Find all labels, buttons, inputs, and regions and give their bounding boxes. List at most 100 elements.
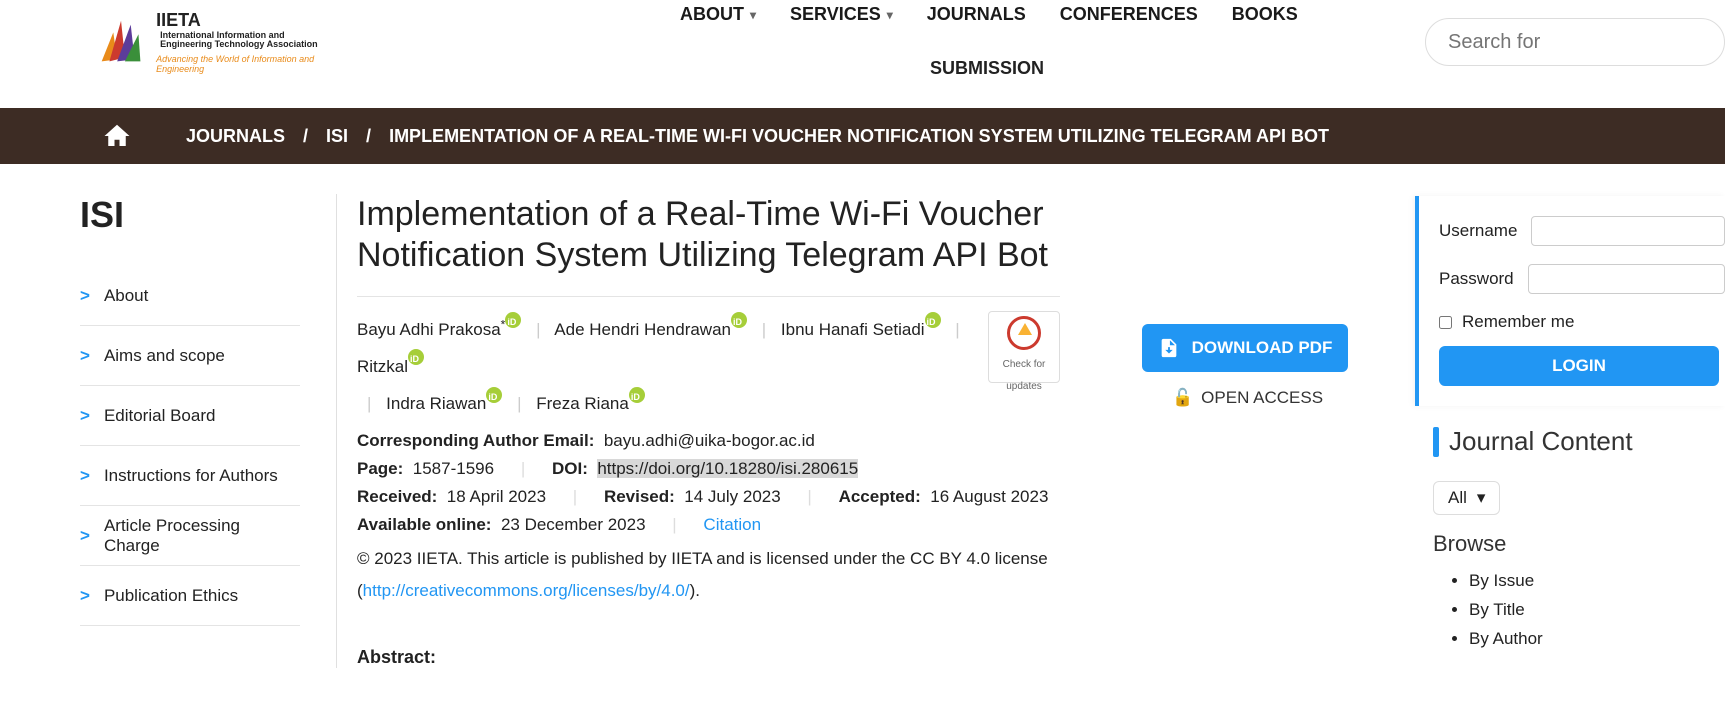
remember-me-label: Remember me — [1462, 312, 1574, 332]
logo-tagline: Advancing the World of Information and E… — [156, 54, 360, 74]
filter-all-dropdown[interactable]: All ▾ — [1433, 481, 1500, 515]
meta-sep: | — [573, 487, 577, 506]
password-input[interactable] — [1528, 264, 1725, 294]
abstract-heading: Abstract: — [357, 647, 1060, 668]
breadcrumb-sep: / — [303, 126, 308, 147]
chevron-down-icon: ▾ — [1477, 488, 1486, 508]
author-link[interactable]: Bayu Adhi Prakosa — [357, 320, 501, 339]
received-value: 18 April 2023 — [447, 487, 546, 506]
received-label: Received: — [357, 487, 437, 506]
check-updates-l2: updates — [1006, 381, 1042, 392]
username-input[interactable] — [1531, 216, 1725, 246]
accepted-label: Accepted: — [839, 487, 921, 506]
meta-sep: | — [521, 459, 525, 478]
online-value: 23 December 2023 — [501, 515, 646, 534]
author-link[interactable]: Ade Hendri Hendrawan — [554, 320, 731, 339]
orcid-icon[interactable] — [925, 312, 941, 328]
logo-flame-icon — [92, 12, 150, 72]
logo-fullname-2: Engineering Technology Association — [160, 39, 318, 49]
password-label: Password — [1439, 269, 1514, 289]
check-for-updates-button[interactable]: Check for updates — [988, 311, 1060, 383]
breadcrumb-isi[interactable]: ISI — [326, 126, 348, 147]
author-sep: | — [762, 320, 766, 339]
home-icon[interactable] — [100, 121, 134, 151]
breadcrumb-sep: / — [366, 126, 371, 147]
orcid-icon[interactable] — [629, 387, 645, 403]
journal-sidebar: ISI >About >Aims and scope >Editorial Bo… — [80, 194, 300, 668]
author-link[interactable]: Ritzkal — [357, 357, 408, 376]
doi-link[interactable]: https://doi.org/10.18280/isi.280615 — [597, 459, 858, 478]
orcid-icon[interactable] — [408, 349, 424, 365]
orcid-icon[interactable] — [731, 312, 747, 328]
accepted-value: 16 August 2023 — [930, 487, 1048, 506]
author-sep: | — [517, 394, 521, 413]
sidebar-item-apc[interactable]: >Article Processing Charge — [80, 506, 300, 566]
corr-email: bayu.adhi@uika-bogor.ac.id — [604, 431, 815, 450]
meta-sep: | — [807, 487, 811, 506]
author-sep: | — [955, 320, 959, 339]
login-panel: Username Password Remember me LOGIN — [1415, 196, 1725, 406]
hr — [357, 296, 1060, 297]
sidebar-heading: ISI — [80, 194, 300, 236]
nav-about[interactable]: ABOUT▾ — [680, 4, 756, 25]
sidebar-item-instructions[interactable]: >Instructions for Authors — [80, 446, 300, 506]
browse-by-issue[interactable]: By Issue — [1469, 567, 1725, 596]
orcid-icon[interactable] — [505, 312, 521, 328]
chevron-right-icon: > — [80, 466, 90, 486]
nav-journals[interactable]: JOURNALS — [927, 4, 1026, 25]
browse-heading: Browse — [1433, 531, 1725, 557]
open-access-label: 🔓 OPEN ACCESS — [1172, 388, 1406, 408]
author-link[interactable]: Freza Riana — [536, 394, 629, 413]
username-label: Username — [1439, 221, 1517, 241]
browse-by-title[interactable]: By Title — [1469, 596, 1725, 625]
author-link[interactable]: Indra Riawan — [386, 394, 486, 413]
chevron-down-icon: ▾ — [750, 8, 756, 22]
chevron-right-icon: > — [80, 286, 90, 306]
download-pdf-button[interactable]: DOWNLOAD PDF — [1142, 324, 1348, 372]
article-meta: Corresponding Author Email: bayu.adhi@ui… — [357, 431, 1060, 535]
page-value: 1587-1596 — [413, 459, 494, 478]
login-button[interactable]: LOGIN — [1439, 346, 1719, 386]
journal-content-panel: Journal Content All ▾ Browse By Issue By… — [1415, 410, 1725, 654]
meta-sep: | — [672, 515, 676, 534]
author-list: Check for updates Bayu Adhi Prakosa* | A… — [357, 311, 1060, 423]
sidebar-item-ethics[interactable]: >Publication Ethics — [80, 566, 300, 626]
sidebar-item-aims[interactable]: >Aims and scope — [80, 326, 300, 386]
nav-books[interactable]: BOOKS — [1232, 4, 1298, 25]
article-title: Implementation of a Real-Time Wi-Fi Vouc… — [357, 194, 1060, 276]
author-sep: | — [367, 394, 371, 413]
license-text: © 2023 IIETA. This article is published … — [357, 543, 1060, 608]
corr-email-label: Corresponding Author Email: — [357, 431, 594, 450]
browse-by-author[interactable]: By Author — [1469, 625, 1725, 654]
chevron-right-icon: > — [80, 406, 90, 426]
orcid-icon[interactable] — [486, 387, 502, 403]
online-label: Available online: — [357, 515, 491, 534]
nav-services[interactable]: SERVICES▾ — [790, 4, 893, 25]
revised-label: Revised: — [604, 487, 675, 506]
pdf-icon — [1158, 337, 1180, 359]
breadcrumb-journals[interactable]: JOURNALS — [186, 126, 285, 147]
author-sep: | — [536, 320, 540, 339]
author-link[interactable]: Ibnu Hanafi Setiadi — [781, 320, 925, 339]
page-label: Page: — [357, 459, 403, 478]
chevron-right-icon: > — [80, 586, 90, 606]
sidebar-item-about[interactable]: >About — [80, 266, 300, 326]
chevron-right-icon: > — [80, 346, 90, 366]
revised-value: 14 July 2023 — [684, 487, 780, 506]
breadcrumb-title: IMPLEMENTATION OF A REAL-TIME WI-FI VOUC… — [389, 126, 1329, 147]
journal-content-heading: Journal Content — [1449, 426, 1633, 457]
license-link[interactable]: http://creativecommons.org/licenses/by/4… — [363, 581, 690, 600]
nav-submission[interactable]: SUBMISSION — [930, 58, 1044, 78]
breadcrumb: JOURNALS / ISI / IMPLEMENTATION OF A REA… — [0, 108, 1725, 164]
chevron-down-icon: ▾ — [887, 8, 893, 22]
search-input[interactable] — [1425, 18, 1725, 66]
nav-conferences[interactable]: CONFERENCES — [1060, 4, 1198, 25]
remember-me-checkbox[interactable] — [1439, 316, 1452, 329]
check-updates-l1: Check for — [1003, 359, 1046, 370]
logo[interactable]: IIETA International Information and Engi… — [80, 0, 360, 84]
citation-link[interactable]: Citation — [703, 515, 761, 534]
open-lock-icon: 🔓 — [1172, 388, 1193, 408]
sidebar-item-editorial[interactable]: >Editorial Board — [80, 386, 300, 446]
accent-bar — [1433, 427, 1439, 457]
logo-acronym: IIETA — [156, 10, 201, 30]
